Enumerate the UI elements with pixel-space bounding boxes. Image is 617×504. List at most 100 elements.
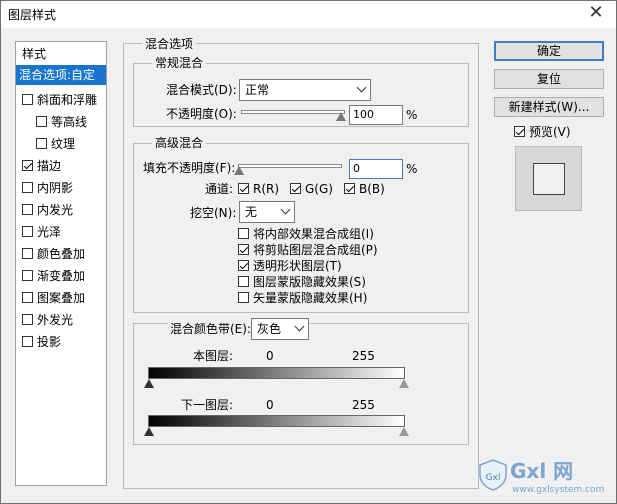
channels-label: 通道: [205,182,234,196]
sidebar-item-label: 内阴影 [37,181,74,195]
underlying-layer-black-knob[interactable] [144,427,154,436]
vector-mask-hides-option[interactable]: 矢量蒙版隐藏效果(H) [238,291,367,305]
channel-b-checkbox[interactable] [344,183,355,194]
texture-checkbox[interactable] [36,138,47,149]
channel-b-option[interactable]: B(B) [344,182,385,196]
bevel-emboss-checkbox[interactable] [22,94,33,105]
underlying-layer-gradient[interactable] [148,415,405,427]
channel-g-option[interactable]: G(G) [290,182,333,196]
sidebar-item-label: 混合选项:自定 [19,68,96,82]
blend-if-select[interactable]: 灰色 [251,318,309,340]
option-label: 图层蒙版隐藏效果(S) [253,275,366,289]
channel-b-label: B(B) [359,182,385,196]
reset-button[interactable]: 复位 [494,69,604,89]
sidebar-item-color-overlay[interactable]: 颜色叠加 [22,244,112,264]
blend-mode-label: 混合模式(D): [166,83,237,97]
fill-opacity-slider-knob[interactable] [234,166,244,175]
sidebar-item-label: 图案叠加 [37,291,86,305]
sidebar-item-satin[interactable]: 光泽 [22,222,112,242]
inner-glow-checkbox[interactable] [22,204,33,215]
preview-thumbnail [515,146,582,211]
advanced-blending-title: 高级混合 [152,136,207,150]
underlying-layer-label: 下一图层: [181,398,234,412]
vector-mask-hides-checkbox[interactable] [238,292,249,303]
layer-style-dialog: 图层样式 ✕ 样式 混合选项:自定 斜面和浮雕 等高线 纹理 描边 内阴影 内发… [0,0,617,504]
color-overlay-checkbox[interactable] [22,248,33,259]
sidebar-item-outer-glow[interactable]: 外发光 [22,310,112,330]
sidebar-item-pattern-overlay[interactable]: 图案叠加 [22,288,112,308]
close-icon[interactable]: ✕ [584,2,608,24]
sidebar-item-inner-shadow[interactable]: 内阴影 [22,178,112,198]
channel-r-label: R(R) [253,182,280,196]
styles-header[interactable]: 样式 [22,44,112,64]
blend-clipped-layers-option[interactable]: 将剪贴图层混合成组(P) [238,243,378,257]
layer-mask-hides-option[interactable]: 图层蒙版隐藏效果(S) [238,275,366,289]
chevron-down-icon [280,204,291,215]
sidebar-item-gradient-overlay[interactable]: 渐变叠加 [22,266,112,286]
sidebar-item-label: 描边 [37,159,62,173]
opacity-slider-track[interactable] [241,110,345,114]
fill-opacity-label: 填充不透明度(F): [143,161,236,175]
knockout-value: 无 [245,205,258,219]
watermark-shield-icon: Gxl [479,459,507,491]
styles-list: 样式 混合选项:自定 斜面和浮雕 等高线 纹理 描边 内阴影 内发光 光泽 颜色… [15,41,107,486]
fill-opacity-slider-track[interactable] [238,164,342,168]
satin-checkbox[interactable] [22,226,33,237]
watermark-url: www.gxlsystem.com [512,485,605,495]
underlying-layer-min: 0 [266,398,274,412]
blend-interior-effects-option[interactable]: 将内部效果混合成组(I) [238,227,374,241]
gradient-overlay-checkbox[interactable] [22,270,33,281]
opacity-input[interactable]: 100 [349,105,403,125]
sidebar-item-texture[interactable]: 纹理 [36,134,126,154]
this-layer-gradient[interactable] [148,367,405,379]
new-style-button[interactable]: 新建样式(W)... [494,97,604,117]
knockout-label: 挖空(N): [190,206,237,220]
outer-glow-checkbox[interactable] [22,314,33,325]
transparency-shapes-option[interactable]: 透明形状图层(T) [238,259,342,273]
underlying-layer-max: 255 [352,398,375,412]
opacity-slider-knob[interactable] [336,112,346,121]
sidebar-item-contour[interactable]: 等高线 [36,112,126,132]
option-label: 透明形状图层(T) [253,259,342,273]
knockout-select[interactable]: 无 [239,201,295,223]
ok-button[interactable]: 确定 [494,41,604,61]
sidebar-item-inner-glow[interactable]: 内发光 [22,200,112,220]
preview-option[interactable]: 预览(V) [514,125,571,139]
drop-shadow-checkbox[interactable] [22,336,33,347]
watermark-brand: Gxl 网 [510,459,574,483]
this-layer-black-knob[interactable] [144,379,154,388]
this-layer-min: 0 [266,349,274,363]
sidebar-item-bevel-emboss[interactable]: 斜面和浮雕 [22,90,112,110]
channel-r-option[interactable]: R(R) [238,182,279,196]
contour-checkbox[interactable] [36,116,47,127]
sidebar-item-label: 颜色叠加 [37,247,86,261]
this-layer-white-knob[interactable] [399,379,409,388]
blend-if-label: 混合颜色带(E): [168,321,253,337]
option-label: 矢量蒙版隐藏效果(H) [253,291,368,305]
svg-text:Gxl: Gxl [486,473,501,483]
blend-interior-effects-checkbox[interactable] [238,228,249,239]
option-label: 将内部效果混合成组(I) [253,227,374,241]
channel-g-checkbox[interactable] [290,183,301,194]
inner-shadow-checkbox[interactable] [22,182,33,193]
blend-clipped-layers-checkbox[interactable] [238,244,249,255]
pattern-overlay-checkbox[interactable] [22,292,33,303]
underlying-layer-white-knob[interactable] [399,427,409,436]
sidebar-item-drop-shadow[interactable]: 投影 [22,332,112,352]
sidebar-item-blending-options[interactable]: 混合选项:自定 [16,65,106,85]
transparency-shapes-checkbox[interactable] [238,260,249,271]
chevron-down-icon [356,82,367,93]
blend-mode-value: 正常 [245,83,270,97]
sidebar-item-stroke[interactable]: 描边 [22,156,112,176]
chevron-down-icon [294,321,305,332]
fill-opacity-unit: % [406,162,418,176]
layer-mask-hides-checkbox[interactable] [238,276,249,287]
stroke-checkbox[interactable] [22,160,33,171]
channel-r-checkbox[interactable] [238,183,249,194]
sidebar-item-label: 外发光 [37,313,74,327]
preview-swatch [533,163,565,195]
title-bar: 图层样式 ✕ [1,1,616,28]
preview-checkbox[interactable] [514,126,525,137]
blend-mode-select[interactable]: 正常 [239,79,371,101]
fill-opacity-input[interactable]: 0 [349,159,403,179]
